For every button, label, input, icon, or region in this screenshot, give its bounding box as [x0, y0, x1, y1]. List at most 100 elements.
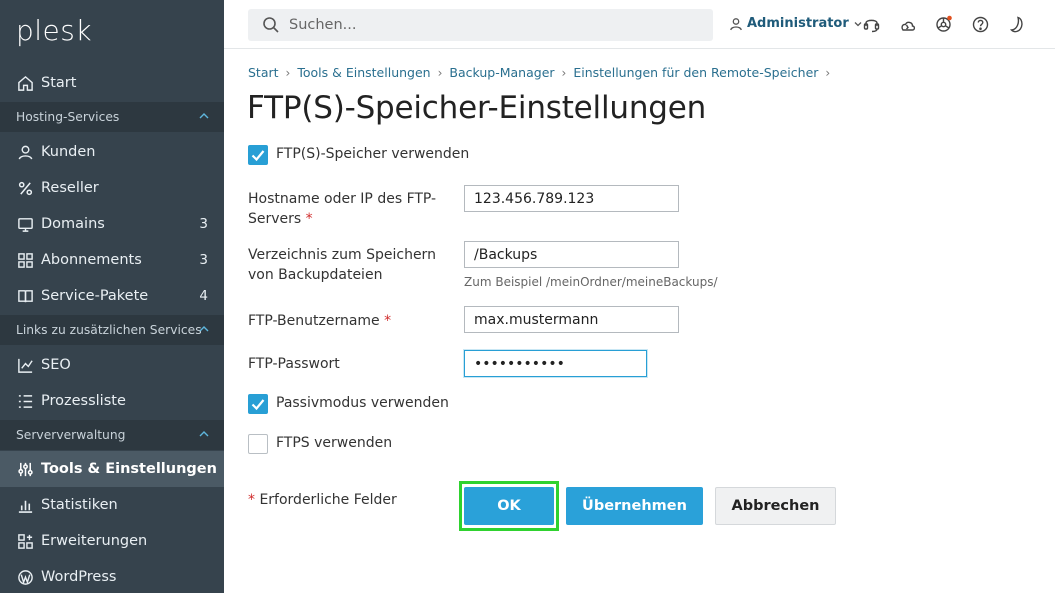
moon-icon[interactable] — [1007, 15, 1026, 34]
section-serververwaltung[interactable]: Serververwaltung — [0, 420, 224, 450]
sidebar-item-label: Statistiken — [41, 497, 118, 513]
passive-mode-checkbox[interactable] — [248, 394, 268, 414]
sidebar-item-abonnements[interactable]: Abonnements 3 — [0, 242, 224, 278]
required-mark: * — [248, 492, 255, 508]
breadcrumb: Start › Tools & Einstellungen › Backup-M… — [248, 65, 837, 80]
password-input[interactable] — [464, 350, 647, 377]
sidebar-item-wordpress[interactable]: WordPress — [0, 559, 224, 593]
sidebar-item-statistiken[interactable]: Statistiken — [0, 487, 224, 523]
breadcrumb-start[interactable]: Start — [248, 65, 279, 80]
chevron-up-icon — [199, 431, 209, 437]
checkmark-icon — [251, 399, 265, 411]
chevron-right-icon: › — [561, 65, 567, 80]
sidebar-item-reseller[interactable]: Reseller — [0, 170, 224, 206]
required-fields-note: * Erforderliche Felder — [248, 490, 448, 510]
sidebar-item-erweiterungen[interactable]: Erweiterungen — [0, 523, 224, 559]
ftps-label[interactable]: FTPS verwenden — [276, 435, 392, 451]
use-ftp-label[interactable]: FTP(S)-Speicher verwenden — [276, 146, 469, 162]
monitor-icon — [16, 215, 34, 233]
password-label: FTP-Passwort — [248, 356, 340, 372]
sidebar-item-label: WordPress — [41, 569, 117, 585]
username-input[interactable] — [464, 306, 679, 333]
section-label: Hosting-Services — [16, 110, 120, 124]
page-title: FTP(S)-Speicher-Einstellungen — [247, 90, 707, 126]
breadcrumb-tools[interactable]: Tools & Einstellungen — [297, 65, 430, 80]
search-icon — [263, 17, 279, 33]
help-icon[interactable] — [971, 15, 990, 34]
grid-icon — [16, 251, 34, 269]
sliders-icon — [16, 460, 34, 478]
count-badge: 3 — [199, 252, 208, 268]
user-menu[interactable]: Administrator — [729, 16, 862, 31]
directory-hint: Zum Beispiel /meinOrdner/meineBackups/ — [464, 275, 718, 289]
sidebar-item-seo[interactable]: SEO — [0, 347, 224, 383]
search-box[interactable] — [248, 9, 713, 41]
cancel-button[interactable]: Abbrechen — [715, 487, 836, 525]
wordpress-icon — [16, 568, 34, 586]
sidebar-item-label: Abonnements — [41, 252, 142, 268]
chevron-right-icon: › — [437, 65, 443, 80]
percent-icon — [16, 179, 34, 197]
sidebar-item-label: Prozessliste — [41, 393, 126, 409]
hostname-input[interactable] — [464, 185, 679, 212]
sidebar: plesk Start Hosting-Services Kunden Rese… — [0, 0, 224, 593]
chart-icon — [16, 356, 34, 374]
required-mark: * — [384, 313, 392, 329]
sidebar-item-label: Kunden — [41, 144, 96, 160]
sidebar-item-tools-einstellungen[interactable]: Tools & Einstellungen — [0, 451, 224, 487]
ftps-checkbox[interactable] — [248, 434, 268, 454]
section-label: Links zu zusätzlichen Services — [16, 323, 202, 337]
sidebar-item-start[interactable]: Start — [0, 65, 224, 101]
chevron-right-icon: › — [825, 65, 831, 80]
topbar: Administrator — [224, 0, 1055, 49]
sidebar-item-label: Reseller — [41, 180, 99, 196]
breadcrumb-backup-manager[interactable]: Backup-Manager — [449, 65, 554, 80]
list-icon — [16, 392, 34, 410]
required-mark: * — [305, 211, 313, 227]
required-note-text: Erforderliche Felder — [259, 492, 397, 508]
passive-mode-label[interactable]: Passivmodus verwenden — [276, 395, 449, 411]
user-icon — [730, 17, 742, 30]
home-icon — [16, 74, 34, 92]
hostname-label-text: Hostname oder IP des FTP-Servers — [248, 191, 437, 227]
bar-chart-icon — [16, 496, 34, 514]
chevron-right-icon: › — [285, 65, 291, 80]
user-icon — [16, 143, 34, 161]
section-links[interactable]: Links zu zusätzlichen Services — [0, 315, 224, 345]
apply-button[interactable]: Übernehmen — [566, 487, 703, 525]
section-hosting-services[interactable]: Hosting-Services — [0, 102, 224, 132]
use-ftp-checkbox[interactable] — [248, 145, 268, 165]
directory-input[interactable] — [464, 241, 679, 268]
sidebar-item-domains[interactable]: Domains 3 — [0, 206, 224, 242]
checkmark-icon — [251, 150, 265, 162]
plesk-logo[interactable]: plesk — [16, 14, 92, 47]
breadcrumb-remote-storage[interactable]: Einstellungen für den Remote-Speicher — [573, 65, 818, 80]
chevron-up-icon — [199, 113, 209, 119]
book-icon — [16, 287, 34, 305]
sidebar-item-prozessliste[interactable]: Prozessliste — [0, 383, 224, 419]
count-badge: 4 — [199, 288, 208, 304]
chevron-down-icon — [854, 21, 862, 26]
extensions-catalog-icon[interactable] — [934, 15, 953, 34]
sidebar-item-kunden[interactable]: Kunden — [0, 134, 224, 170]
sidebar-item-label: Tools & Einstellungen — [41, 461, 217, 477]
sidebar-item-label: Service-Pakete — [41, 288, 149, 304]
sidebar-item-label: Erweiterungen — [41, 533, 148, 549]
ok-button[interactable]: OK — [464, 487, 554, 525]
support-icon[interactable] — [862, 15, 881, 34]
sidebar-item-label: Domains — [41, 216, 105, 232]
sidebar-item-label: SEO — [41, 357, 71, 373]
cloud-icon[interactable] — [898, 15, 917, 34]
directory-label: Verzeichnis zum Speichern von Backupdate… — [248, 247, 436, 283]
hostname-label: Hostname oder IP des FTP-Servers * — [248, 189, 448, 229]
chevron-up-icon — [199, 326, 209, 332]
username-label: FTP-Benutzername * — [248, 311, 448, 331]
sidebar-item-service-pakete[interactable]: Service-Pakete 4 — [0, 278, 224, 314]
search-input[interactable] — [289, 17, 689, 33]
user-name: Administrator — [747, 16, 849, 31]
count-badge: 3 — [199, 216, 208, 232]
section-label: Serververwaltung — [16, 428, 126, 442]
extensions-icon — [16, 532, 34, 550]
sidebar-item-label: Start — [41, 75, 77, 91]
username-label-text: FTP-Benutzername — [248, 313, 380, 329]
